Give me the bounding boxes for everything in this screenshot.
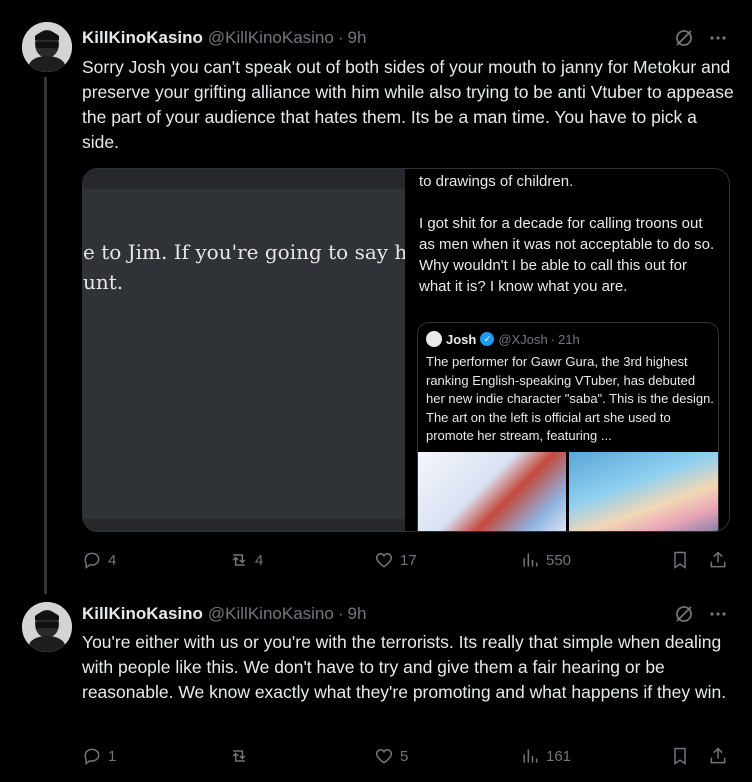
bookmark-icon (674, 551, 686, 569)
reply-count: 1 (108, 747, 117, 765)
retweet-icon (232, 554, 246, 566)
media-divider (405, 169, 413, 531)
separator-dot: · (337, 28, 344, 47)
tweet-top-actions (674, 28, 728, 52)
views-icon (523, 553, 538, 567)
author-handle[interactable]: @KillKinoKasino (208, 604, 334, 624)
retweet-icon (232, 750, 246, 762)
views-icon (523, 749, 538, 763)
screenshot-text: e to Jim. If you're going to say he " un… (83, 240, 435, 294)
like-button[interactable]: 5 (374, 746, 408, 766)
more-horizontal-icon[interactable] (708, 28, 728, 52)
retweet-button[interactable] (229, 746, 255, 766)
screenshot-top-bar (83, 169, 405, 189)
separator-dot: · (550, 331, 556, 347)
tweet[interactable]: KillKinoKasino @KillKinoKasino · 9h You'… (0, 590, 752, 782)
avatar[interactable] (22, 22, 72, 72)
heart-icon (375, 552, 393, 568)
avatar[interactable] (22, 602, 72, 652)
quoted-tweet: Josh ✓ @XJosh · 21h The performer for Ga… (417, 322, 719, 531)
author-handle[interactable]: @KillKinoKasino (208, 28, 334, 48)
tweet-text: You're either with us or you're with the… (82, 632, 727, 702)
like-count: 17 (400, 551, 417, 569)
bookmark-button[interactable] (670, 746, 690, 766)
share-icon (710, 551, 726, 568)
tweet-actions: 4 4 17 550 (82, 550, 732, 574)
tweet[interactable]: KillKinoKasino @KillKinoKasino · 9h Sorr… (0, 0, 752, 594)
reply-button[interactable]: 1 (82, 746, 116, 766)
more-horizontal-icon[interactable] (708, 604, 728, 628)
quoted-image-right (569, 452, 718, 531)
quoted-author-handle: @XJosh (498, 331, 548, 347)
share-button[interactable] (708, 550, 728, 570)
tweet-time[interactable]: 9h (348, 28, 367, 48)
reply-count: 4 (108, 551, 117, 569)
quoted-tweet-time: 21h (558, 331, 580, 347)
retweet-button[interactable]: 4 (229, 550, 263, 570)
author-name[interactable]: KillKinoKasino (82, 28, 203, 48)
author-name[interactable]: KillKinoKasino (82, 604, 203, 624)
like-button[interactable]: 17 (374, 550, 417, 570)
embedded-paragraph: to drawings of children. (419, 173, 574, 190)
thread-line (44, 77, 47, 594)
verified-badge-icon: ✓ (480, 332, 495, 346)
tweet-actions: 1 5 161 (82, 746, 732, 770)
reply-button[interactable]: 4 (82, 550, 116, 570)
quoted-tweet-text: The performer for Gawr Gura, the 3rd hig… (426, 354, 714, 443)
like-count: 5 (400, 747, 409, 765)
tweet-top-actions (674, 604, 728, 628)
view-count: 161 (546, 747, 572, 765)
embedded-tweet-text: to drawings of children. I got shit for … (419, 171, 719, 318)
views-button[interactable]: 161 (520, 746, 571, 766)
tweet-media[interactable]: e to Jim. If you're going to say he " un… (82, 168, 730, 532)
quoted-image-left (418, 452, 566, 531)
view-count: 550 (546, 551, 572, 569)
tweet-time[interactable]: 9h (348, 604, 367, 624)
bookmark-button[interactable] (670, 550, 690, 570)
tweet-header: KillKinoKasino @KillKinoKasino · 9h (82, 603, 366, 625)
separator-dot: · (337, 604, 344, 623)
tweet-text: Sorry Josh you can't speak out of both s… (82, 57, 734, 152)
views-button[interactable]: 550 (520, 550, 571, 570)
media-screenshot-left: e to Jim. If you're going to say he " un… (83, 169, 435, 531)
grok-slash-icon[interactable] (674, 604, 694, 628)
quoted-tweet-header: Josh ✓ @XJosh · 21h (426, 331, 580, 347)
media-screenshot-right: to drawings of children. I got shit for … (413, 169, 729, 531)
screenshot-bottom-bar (83, 519, 405, 531)
bookmark-icon (674, 747, 686, 765)
embedded-paragraph: I got shit for a decade for calling troo… (419, 215, 715, 295)
share-button[interactable] (708, 746, 728, 766)
retweet-count: 4 (255, 551, 264, 569)
avatar (426, 331, 442, 347)
reply-icon (84, 748, 100, 765)
quoted-author-name: Josh (446, 331, 477, 347)
grok-slash-icon[interactable] (674, 28, 694, 52)
heart-icon (375, 748, 393, 764)
reply-icon (84, 552, 100, 569)
share-icon (710, 747, 726, 764)
tweet-header: KillKinoKasino @KillKinoKasino · 9h (82, 27, 366, 49)
